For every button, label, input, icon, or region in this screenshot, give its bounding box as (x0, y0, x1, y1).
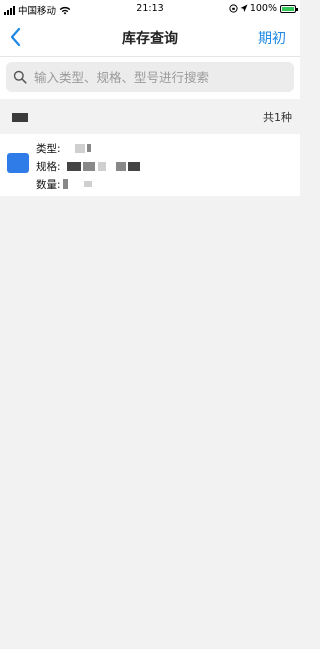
search-box[interactable] (6, 62, 294, 92)
redacted-spec-value-4 (115, 161, 126, 171)
spec-label: 规格: (36, 160, 61, 173)
type-label: 类型: (36, 142, 61, 155)
status-bar: 中国移动 21:13 100% (0, 0, 300, 18)
opening-period-button[interactable]: 期初 (258, 28, 286, 48)
redacted-spec-value-2 (82, 161, 95, 171)
search-icon (13, 70, 27, 84)
search-bar (0, 57, 300, 99)
search-input[interactable] (32, 68, 286, 86)
item-icon (7, 153, 29, 173)
page-title: 库存查询 (122, 31, 178, 47)
item-qty-line: 数量: (36, 175, 140, 193)
redacted-spec-value-3 (97, 161, 106, 171)
redacted-type-value-2 (86, 144, 91, 152)
nav-bar: 库存查询 期初 (0, 18, 300, 57)
rotation-lock-icon (229, 4, 238, 13)
redacted-qty-value (62, 179, 68, 189)
location-icon (240, 4, 248, 12)
battery-percent: 100% (249, 3, 277, 14)
summary-row: 共1种 (0, 104, 300, 130)
redacted-spec-value-5 (127, 161, 140, 171)
item-count-label: 共1种 (263, 111, 292, 124)
battery-icon (280, 4, 298, 13)
redacted-category (12, 113, 28, 122)
redacted-spec-value (66, 161, 81, 171)
item-spec-line: 规格: (36, 157, 140, 175)
qty-label: 数量: (36, 178, 61, 191)
redacted-qty-value-2 (83, 181, 92, 187)
redacted-type-value (74, 143, 85, 153)
item-type-line: 类型: (36, 139, 140, 157)
inventory-list-item[interactable]: 类型: 规格: 数量: (0, 134, 300, 196)
